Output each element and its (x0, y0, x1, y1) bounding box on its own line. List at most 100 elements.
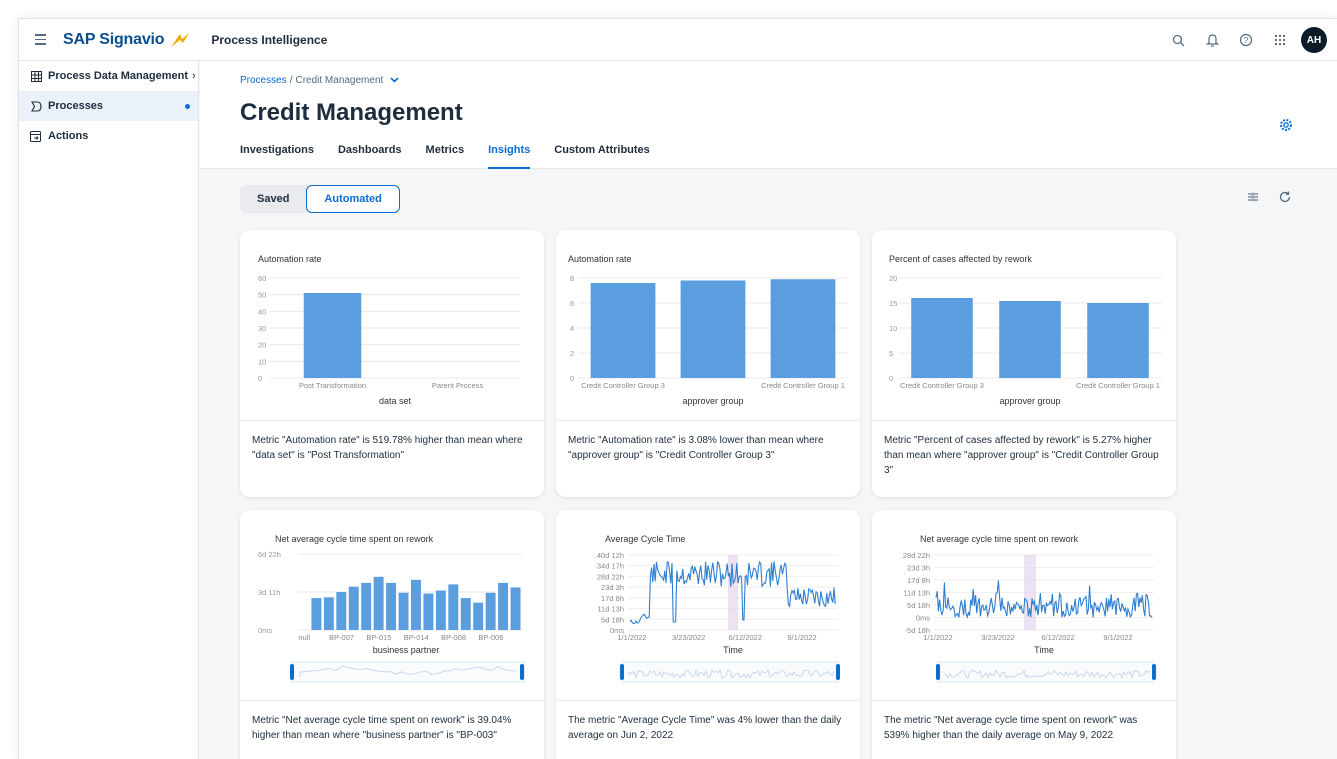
insight-text: The metric "Net average cycle time spent… (872, 700, 1176, 743)
bar (323, 597, 334, 630)
x-tick-label: Parent Process (432, 381, 484, 390)
x-axis-label: approver group (999, 396, 1060, 406)
tab-insights[interactable]: Insights (488, 144, 542, 169)
insight-card[interactable]: Automation rate 60 50 40 30 20 10 0 Post Transfo… (240, 230, 544, 497)
actions-icon (29, 129, 43, 143)
bar (386, 582, 397, 630)
product-name: Process Intelligence (211, 32, 328, 47)
filter-settings-icon[interactable] (1246, 190, 1262, 206)
x-tick-label: Credit Controller Group 1 (761, 381, 845, 390)
segment-saved[interactable]: Saved (240, 185, 306, 213)
sidebar-item-actions[interactable]: Actions (19, 121, 198, 151)
insight-card[interactable]: Net average cycle time spent on rework 6d… (240, 510, 544, 759)
help-icon[interactable]: ? (1229, 23, 1263, 57)
brand-name[interactable]: SAP Signavio (63, 31, 165, 49)
side-navigation: Process Data Management › Processes Acti… (19, 61, 199, 759)
y-tick-label: 10 (258, 357, 266, 366)
bar (303, 293, 362, 378)
x-tick-label: Post Transformation (299, 381, 366, 390)
bell-icon[interactable] (1195, 23, 1229, 57)
x-tick-label: Credit Controller Group 3 (581, 381, 665, 390)
chart-title: Automation rate (568, 254, 632, 264)
breadcrumb-separator: / (289, 75, 293, 86)
y-tick-label: 2 (570, 349, 574, 358)
chart-title: Average Cycle Time (605, 534, 685, 544)
bar (770, 279, 836, 378)
x-tick-label: 6/12/2022 (1041, 633, 1074, 642)
sidebar-item-process-data-management[interactable]: Process Data Management › (19, 61, 198, 91)
refresh-icon[interactable] (1278, 190, 1294, 206)
y-tick-label: 40 (258, 307, 266, 316)
y-tick-label: 0 (570, 374, 574, 383)
x-tick-label: 3/23/2022 (981, 633, 1014, 642)
avatar[interactable]: AH (1301, 27, 1327, 53)
shell-bar: SAP Signavio Process Intelligence ? AH (19, 19, 1337, 61)
tab-investigations[interactable]: Investigations (240, 144, 326, 169)
range-slider-handle (520, 664, 524, 680)
bar (510, 587, 521, 630)
range-slider-track (937, 661, 1155, 683)
y-tick-label: 0ms (916, 614, 930, 623)
range-slider-handle (836, 664, 840, 680)
y-tick-label: 10 (889, 324, 897, 333)
menu-icon[interactable] (31, 29, 53, 51)
breadcrumb: Processes / Credit Management (240, 75, 399, 86)
x-tick-label: BP-014 (404, 633, 429, 642)
y-tick-label: 0 (889, 374, 893, 383)
insight-text: Metric "Net average cycle time spent on … (240, 700, 544, 743)
settings-icon[interactable] (1278, 117, 1294, 133)
grid-icon[interactable] (1263, 23, 1297, 57)
x-axis-label: Time (723, 645, 743, 655)
chevron-right-icon: › (192, 70, 196, 82)
sidebar-item-processes[interactable]: Processes (19, 91, 198, 121)
range-slider-handle (1152, 664, 1156, 680)
chart-title: Net average cycle time spent on rework (920, 534, 1079, 544)
y-tick-label: 34d 17h (597, 562, 624, 571)
signavio-logo-icon (171, 32, 190, 47)
line-chart: Net average cycle time spent on rework 28… (903, 534, 1156, 683)
y-tick-label: 6d 22h (258, 550, 281, 559)
bar (680, 280, 746, 378)
y-tick-label: 40d 12h (597, 551, 624, 560)
process-icon (29, 99, 43, 113)
x-tick-label: 1/1/2022 (617, 633, 646, 642)
bar (398, 592, 409, 630)
chevron-down-icon[interactable] (390, 75, 399, 86)
bar (911, 298, 973, 378)
x-axis-label: business partner (373, 645, 440, 655)
insight-text: Metric "Percent of cases affected by rew… (872, 420, 1176, 478)
y-tick-label: 17d 8h (907, 576, 930, 585)
y-tick-label: 30 (258, 324, 266, 333)
x-tick-label: 9/1/2022 (787, 633, 816, 642)
chart-title: Net average cycle time spent on rework (275, 534, 434, 544)
x-axis-label: approver group (682, 396, 743, 406)
tab-custom-attributes[interactable]: Custom Attributes (554, 144, 662, 169)
tab-metrics[interactable]: Metrics (426, 144, 477, 169)
x-tick-label: BP-015 (366, 633, 391, 642)
table-icon (29, 69, 43, 83)
x-tick-label: BP-008 (441, 633, 466, 642)
insight-card[interactable]: Automation rate 8 6 4 2 0 Credit Controller Gr… (556, 230, 860, 497)
y-tick-label: 3d 11h (258, 588, 280, 597)
segment-automated[interactable]: Automated (306, 185, 400, 213)
insight-card[interactable]: Net average cycle time spent on rework 28… (872, 510, 1176, 759)
app-window: SAP Signavio Process Intelligence ? AH P… (18, 18, 1337, 759)
y-tick-label: 5d 18h (601, 615, 624, 624)
breadcrumb-processes-link[interactable]: Processes (240, 75, 287, 86)
y-tick-label: 0ms (258, 626, 272, 635)
range-slider-handle (936, 664, 940, 680)
tab-bar: Investigations Dashboards Metrics Insigh… (240, 144, 674, 169)
insight-card[interactable]: Average Cycle Time 40d 12h 34d 17h 28d 22h 2… (556, 510, 860, 759)
y-tick-label: 17d 8h (601, 594, 624, 603)
x-tick-label: BP-007 (329, 633, 354, 642)
page-title: Credit Management (240, 99, 463, 126)
bar (336, 592, 347, 630)
search-icon[interactable] (1161, 23, 1195, 57)
sidebar-item-label: Process Data Management (48, 70, 188, 82)
insights-content: Saved Automated Automation rate 60 50 40 30 2… (200, 170, 1337, 759)
x-axis-label: Time (1034, 645, 1054, 655)
x-tick-label: Credit Controller Group 3 (900, 381, 984, 390)
bar (411, 579, 421, 630)
tab-dashboards[interactable]: Dashboards (338, 144, 414, 169)
insight-card[interactable]: Percent of cases affected by rework 20 15 1… (872, 230, 1176, 497)
